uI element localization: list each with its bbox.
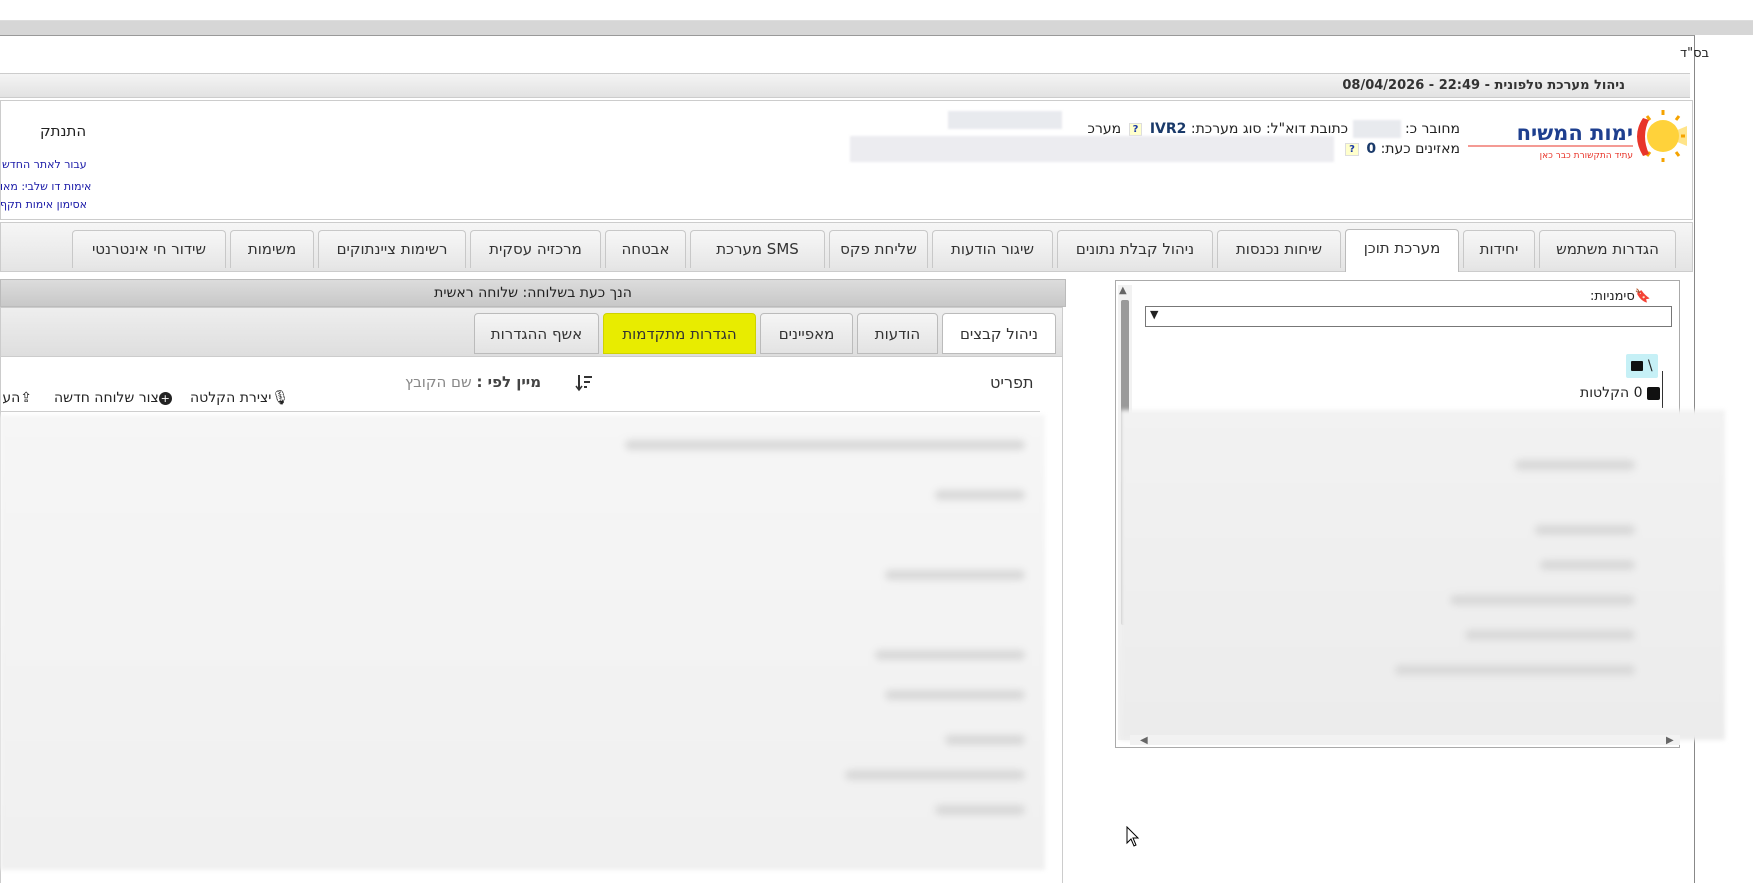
tab-file-management[interactable]: ניהול קבצים: [942, 313, 1056, 354]
listeners-label: מאזינים כעת:: [1380, 141, 1460, 157]
tab-sms-system[interactable]: מערכת SMS: [690, 230, 825, 268]
sort-icon[interactable]: [575, 373, 593, 393]
tree-root-node[interactable]: \: [1626, 354, 1658, 378]
scroll-right-icon[interactable]: ▶: [1666, 735, 1674, 746]
tab-units[interactable]: יחידות: [1463, 230, 1535, 268]
tab-settings-wizard[interactable]: אשף ההגדרות: [474, 313, 599, 354]
tree-horizontal-scrollbar[interactable]: [1130, 735, 1680, 745]
scroll-up-icon[interactable]: ▲: [1119, 285, 1127, 296]
tree-node-recordings[interactable]: 0 הקלטות: [1540, 385, 1660, 401]
redacted-system-name: [948, 111, 1062, 129]
tab-advanced-settings[interactable]: הגדרות מתקדמות: [603, 313, 756, 354]
system-type-label: סוג מערכת:: [1190, 121, 1262, 137]
browser-toolbar-strip: [0, 0, 1753, 21]
bookmarks-select[interactable]: ▼: [1145, 306, 1672, 327]
upload-button[interactable]: ⇪הע: [0, 390, 32, 406]
svg-text:עתיד התקשורת כבר כאן: עתיד התקשורת כבר כאן: [1540, 151, 1633, 161]
tab-send-fax[interactable]: שליחת פקס: [829, 230, 928, 268]
folder-icon: [1631, 361, 1644, 371]
tree-line: [1662, 371, 1663, 408]
current-extension-bar: הנך כעת בשלוחה: שלוחה ראשית: [0, 279, 1066, 307]
system-type-value: IVR2: [1149, 121, 1187, 137]
shortcut-icon: [1647, 386, 1660, 400]
tab-user-settings[interactable]: הגדרות משתמש: [1539, 230, 1676, 268]
redacted-info: [850, 136, 1334, 162]
browser-content-top-band: [0, 21, 1753, 35]
page-title: ניהול מערכת טלפונית - 22:49 - 08/04/2026: [1342, 78, 1625, 93]
upload-icon: ⇪: [20, 390, 32, 406]
tab-live-broadcast[interactable]: שידור חי אינטרנטי: [72, 230, 226, 268]
tab-content-system[interactable]: מערכת תוכן: [1345, 229, 1459, 272]
help-icon[interactable]: ?: [1345, 142, 1359, 156]
company-logo: ימות המשיח עתיד התקשורת כבר כאן: [1463, 104, 1687, 176]
corner-label: בס"ד: [1680, 46, 1710, 61]
redacted-username: [1352, 120, 1401, 138]
title-bar: ניהול מערכת טלפונית - 22:49 - 08/04/2026: [0, 73, 1690, 98]
plus-circle-icon: +: [158, 392, 172, 405]
tab-send-messages[interactable]: שיגור הודעות: [932, 230, 1053, 268]
scroll-left-icon[interactable]: ◀: [1140, 735, 1148, 746]
microphone-icon: 🎙: [271, 390, 290, 406]
tab-data-collection[interactable]: ניהול קבלת נתונים: [1057, 230, 1213, 268]
create-recording-button[interactable]: 🎙יצירת הקלטה: [190, 390, 289, 406]
tab-tasks[interactable]: משימות: [230, 230, 314, 268]
header-panel: [0, 100, 1693, 220]
file-list-redacted: [0, 415, 1045, 870]
tab-properties[interactable]: מאפיינים: [760, 313, 853, 354]
tab-messages[interactable]: הודעות: [857, 313, 938, 354]
system-label: מערכ: [1087, 121, 1122, 137]
file-list-divider: [0, 411, 1040, 412]
logo-graphic: ימות המשיח עתיד התקשורת כבר כאן: [1468, 110, 1687, 162]
mouse-cursor-icon: [1126, 826, 1140, 847]
connected-as-label: מחובר כ:: [1404, 121, 1460, 137]
tab-hold-lists[interactable]: רשימות ציינתוקים: [318, 230, 466, 268]
auth-token-link[interactable]: אסימון אימות תקף: [0, 198, 87, 211]
email-label: כתובת דוא"ל:: [1265, 121, 1349, 137]
tab-security[interactable]: אבטחה: [605, 230, 686, 268]
menu-label[interactable]: תפריט: [990, 373, 1034, 392]
sort-by-value: שם הקובץ: [405, 373, 472, 391]
logout-link[interactable]: התנתק: [40, 122, 86, 140]
svg-text:ימות המשיח: ימות המשיח: [1517, 121, 1633, 145]
help-icon[interactable]: ?: [1128, 122, 1143, 136]
chevron-down-icon: ▼: [1150, 308, 1159, 321]
tree-redacted-area: [1120, 410, 1725, 740]
bookmarks-label: 🔖סימניות:: [1590, 289, 1651, 304]
tab-incoming-calls[interactable]: שיחות נכנסות: [1217, 230, 1341, 268]
sort-by-label: מיין לפי :: [476, 373, 542, 391]
sort-by-control[interactable]: מיין לפי : שם הקובץ: [405, 373, 541, 391]
listeners-value: 0: [1366, 141, 1377, 157]
two-factor-link[interactable]: אימות דו שלבי: מאו: [0, 180, 91, 193]
tab-business-pbx[interactable]: מרכזיה עסקית: [470, 230, 601, 268]
create-extension-button[interactable]: +צור שלוחה חדשה: [54, 390, 172, 406]
bookmark-icon: 🔖: [1634, 289, 1651, 304]
new-site-link[interactable]: עבור לאתר החדש: [2, 158, 87, 171]
